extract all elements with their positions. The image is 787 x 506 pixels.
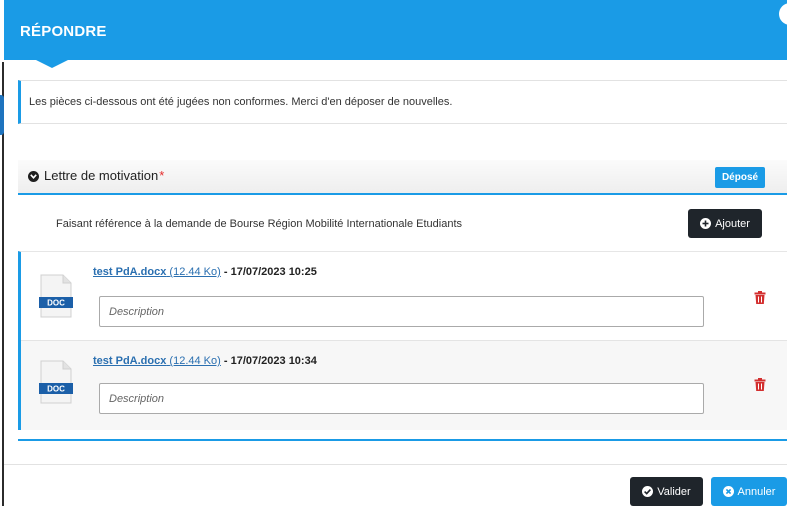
cancel-button[interactable]: Annuler bbox=[711, 477, 787, 506]
chevron-down-icon-glyph bbox=[30, 174, 37, 179]
cancel-button-label: Annuler bbox=[737, 485, 776, 498]
doc-icon-label: DOC bbox=[47, 299, 65, 308]
reference-row: Faisant référence à la demande de Bourse… bbox=[18, 195, 787, 250]
description-input[interactable] bbox=[99, 296, 704, 327]
file-name: test PdA.docx bbox=[93, 266, 167, 278]
header-notch bbox=[36, 60, 68, 68]
file-info: test PdA.docx (12.44 Ko) - 17/07/2023 10… bbox=[93, 355, 317, 367]
file-date: 17/07/2023 10:34 bbox=[230, 355, 317, 367]
file-size: (12.44 Ko) bbox=[169, 355, 221, 367]
reply-modal: RÉPONDRE Les pièces ci-dessous ont été j… bbox=[4, 0, 787, 506]
doc-icon-label: DOC bbox=[47, 385, 65, 394]
section-label: Lettre de motivation bbox=[44, 168, 159, 183]
validate-button-label: Valider bbox=[657, 485, 691, 498]
description-input[interactable] bbox=[99, 383, 704, 414]
file-size: (12.44 Ko) bbox=[169, 266, 221, 278]
doc-file-icon: DOC bbox=[39, 360, 73, 404]
modal-title: RÉPONDRE bbox=[20, 23, 107, 40]
notice-text: Les pièces ci-dessous ont été jugées non… bbox=[29, 96, 453, 108]
file-separator: - bbox=[220, 355, 231, 367]
file-item: DOC test PdA.docx (12.44 Ko) - 17/07/202… bbox=[21, 341, 787, 430]
footer-divider bbox=[4, 464, 787, 465]
file-link[interactable]: test PdA.docx (12.44 Ko) bbox=[93, 266, 221, 278]
file-link[interactable]: test PdA.docx (12.44 Ko) bbox=[93, 355, 221, 367]
files-list: DOC test PdA.docx (12.44 Ko) - 17/07/202… bbox=[18, 251, 787, 430]
notice-box: Les pièces ci-dessous ont été jugées non… bbox=[18, 80, 787, 124]
section-title: Lettre de motivation* bbox=[44, 168, 164, 183]
chevron-down-icon[interactable] bbox=[28, 171, 39, 182]
validate-button[interactable]: Valider bbox=[630, 477, 703, 506]
doc-file-icon: DOC bbox=[39, 274, 73, 318]
status-badge: Déposé bbox=[715, 167, 765, 188]
add-button[interactable]: Ajouter bbox=[688, 209, 762, 238]
file-name: test PdA.docx bbox=[93, 355, 167, 367]
check-circle-icon bbox=[642, 486, 654, 497]
file-item: DOC test PdA.docx (12.44 Ko) - 17/07/202… bbox=[21, 252, 787, 341]
modal-header: RÉPONDRE bbox=[4, 0, 787, 68]
add-button-label: Ajouter bbox=[715, 217, 750, 230]
plus-circle-icon bbox=[700, 218, 712, 229]
file-date: 17/07/2023 10:25 bbox=[230, 266, 317, 278]
reference-text: Faisant référence à la demande de Bourse… bbox=[56, 218, 463, 230]
section-bottom-rule bbox=[18, 439, 787, 441]
close-circle-icon bbox=[722, 486, 734, 497]
file-separator: - bbox=[220, 266, 231, 278]
file-info: test PdA.docx (12.44 Ko) - 17/07/2023 10… bbox=[93, 266, 317, 278]
header-corner bbox=[779, 3, 787, 25]
trash-icon[interactable] bbox=[754, 291, 766, 304]
section-header[interactable]: Lettre de motivation* Déposé bbox=[18, 160, 787, 195]
trash-icon[interactable] bbox=[754, 378, 766, 391]
required-mark: * bbox=[159, 168, 165, 183]
